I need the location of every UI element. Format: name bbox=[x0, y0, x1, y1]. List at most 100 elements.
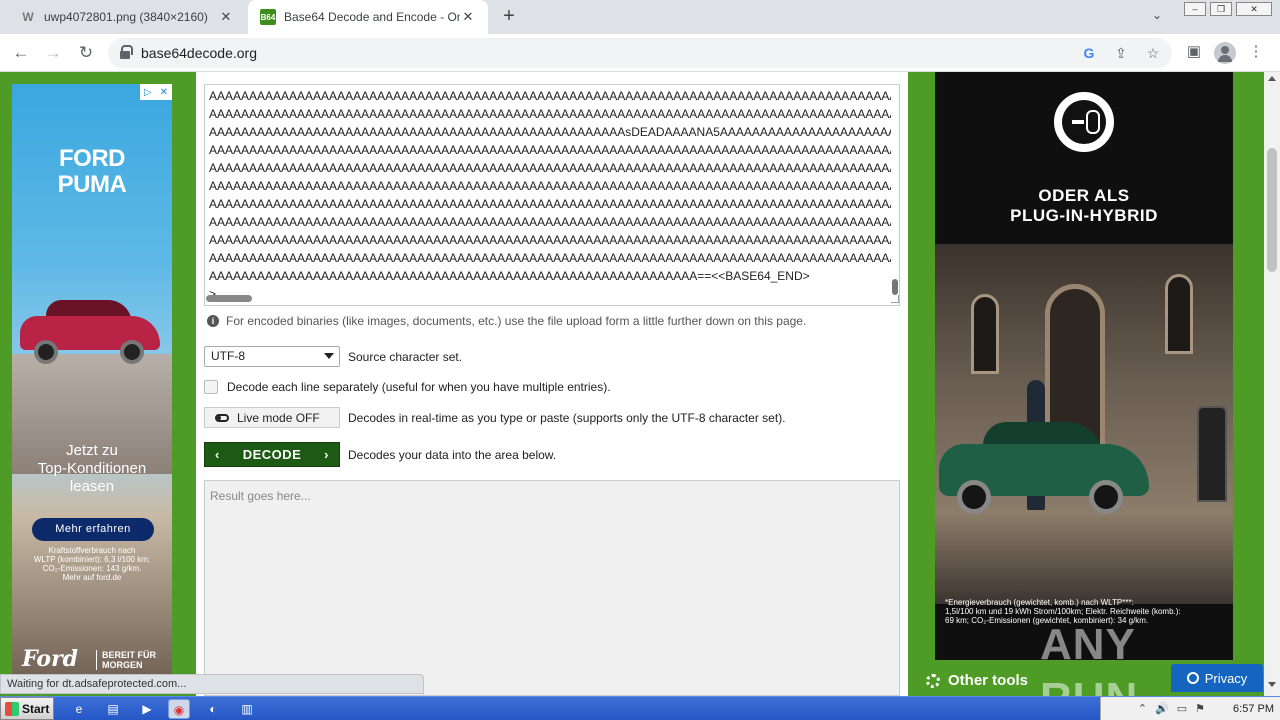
ford-logo: Ford bbox=[22, 646, 79, 672]
new-tab-button[interactable]: + bbox=[498, 6, 520, 28]
result-textarea[interactable]: Result goes here... bbox=[204, 480, 900, 696]
tray-icons[interactable]: ⌃🔊▭⚑ bbox=[1138, 702, 1213, 715]
media-player-icon[interactable]: ▶ bbox=[136, 699, 158, 719]
encoded-line: AAAAAAAAAAAAAAAAAAAAAAAAAAAAAAAAAAAAAAAA… bbox=[209, 233, 891, 247]
encoded-input-textarea[interactable]: AAAAAAAAAAAAAAAAAAAAAAAAAAAAAAAAAAAAAAAA… bbox=[204, 84, 900, 306]
close-tab-icon[interactable]: ✕ bbox=[460, 9, 476, 25]
mehr-erfahren-button[interactable]: Mehr erfahren bbox=[32, 518, 154, 541]
scroll-down-icon[interactable] bbox=[1268, 682, 1276, 687]
chrome-icon[interactable]: ◉ bbox=[168, 699, 190, 719]
tab-title: uwp4072801.png (3840×2160) bbox=[44, 10, 208, 24]
ford-tagline: BEREIT FÜR MORGEN bbox=[96, 650, 166, 670]
profile-avatar-icon[interactable] bbox=[1214, 42, 1236, 64]
status-bar: Waiting for dt.adsafeprotected.com... bbox=[0, 674, 424, 694]
encoded-line: > bbox=[209, 287, 217, 301]
menu-kebab-icon[interactable]: ⋮ bbox=[1246, 42, 1266, 62]
left-sidebar-background: ▷ ✕ FORD PUMA Jetzt zu Top-Konditionen le… bbox=[0, 72, 196, 696]
adchoices-icon[interactable]: ▷ ✕ bbox=[140, 84, 172, 100]
b64-favicon-icon: B64 bbox=[260, 9, 276, 25]
close-window-button[interactable]: ✕ bbox=[1236, 2, 1272, 16]
page-viewport: ▷ ✕ FORD PUMA Jetzt zu Top-Konditionen le… bbox=[0, 72, 1264, 696]
toggle-icon bbox=[215, 413, 229, 422]
ford-ad-banner[interactable]: ▷ ✕ FORD PUMA Jetzt zu Top-Konditionen le… bbox=[12, 84, 172, 684]
start-label: Start bbox=[22, 701, 50, 716]
encoded-line: AAAAAAAAAAAAAAAAAAAAAAAAAAAAAAAAAAAAAAAA… bbox=[209, 215, 891, 229]
edge-icon[interactable]: ◐ bbox=[202, 699, 224, 719]
main-content: AAAAAAAAAAAAAAAAAAAAAAAAAAAAAAAAAAAAAAAA… bbox=[196, 72, 908, 696]
gear-icon bbox=[926, 673, 940, 688]
ad-slogan: Jetzt zu Top-Konditionen leasen bbox=[37, 442, 147, 495]
forward-icon[interactable]: → bbox=[42, 42, 64, 64]
charset-select[interactable]: UTF-8 bbox=[204, 346, 340, 367]
page-scrollbar[interactable] bbox=[1264, 72, 1280, 696]
tab-image[interactable]: W uwp4072801.png (3840×2160) ✕ bbox=[8, 0, 246, 34]
alfa-romeo-ad-banner[interactable]: ODER ALS PLUG-IN-HYBRID *Energieverbrauc… bbox=[935, 72, 1233, 660]
lock-icon bbox=[120, 45, 133, 59]
result-placeholder: Result goes here... bbox=[210, 489, 311, 503]
ev-charger-image bbox=[1197, 406, 1227, 502]
decode-label: DECODE bbox=[242, 447, 302, 462]
privacy-button[interactable]: Privacy bbox=[1171, 664, 1263, 692]
start-button[interactable]: Start bbox=[0, 697, 54, 720]
back-icon[interactable]: ← bbox=[10, 42, 32, 64]
live-mode-description: Decodes in real-time as you type or past… bbox=[348, 411, 786, 425]
share-icon[interactable]: ⇪ bbox=[1112, 44, 1130, 62]
clock[interactable]: 6:57 PM bbox=[1233, 703, 1274, 715]
ad-fineprint: Kraftstoffverbrauch nach WLTP (kombinier… bbox=[33, 546, 151, 582]
restore-button[interactable]: ❐ bbox=[1210, 2, 1232, 16]
tab-base64[interactable]: B64 Base64 Decode and Encode - Online ✕ bbox=[248, 0, 488, 34]
side-panel-icon[interactable]: ▣ bbox=[1184, 42, 1204, 62]
google-lens-icon[interactable]: G bbox=[1080, 44, 1098, 62]
encoded-line: AAAAAAAAAAAAAAAAAAAAAAAAAAAAAAAAAAAAAAAA… bbox=[209, 89, 891, 103]
folder-icon[interactable]: ▤ bbox=[102, 699, 124, 719]
decode-each-line-label: Decode each line separately (useful for … bbox=[227, 380, 611, 394]
wallpaper-favicon-icon: W bbox=[20, 9, 36, 25]
encoded-line: AAAAAAAAAAAAAAAAAAAAAAAAAAAAAAAAAAAAAAAA… bbox=[209, 125, 891, 139]
encoded-line: AAAAAAAAAAAAAAAAAAAAAAAAAAAAAAAAAAAAAAAA… bbox=[209, 179, 891, 193]
live-mode-label: Live mode OFF bbox=[237, 410, 320, 425]
decode-button[interactable]: ‹ DECODE › bbox=[204, 442, 340, 467]
windows-taskbar: Start e ▤ ▶ ◉ ◐ ▥ ⌃🔊▭⚑ 6:57 PM bbox=[0, 696, 1280, 720]
live-mode-toggle[interactable]: Live mode OFF bbox=[204, 407, 340, 428]
scroll-up-icon[interactable] bbox=[1268, 76, 1276, 81]
binary-note: i For encoded binaries (like images, doc… bbox=[207, 314, 806, 328]
encoded-text: AAAAAAAAAAAAAAAAAAAAAAAAAAAAAAAAAAAAAAAA… bbox=[209, 87, 891, 303]
vertical-scrollbar[interactable] bbox=[892, 279, 898, 295]
url-text: base64decode.org bbox=[141, 45, 257, 61]
encoded-line: AAAAAAAAAAAAAAAAAAAAAAAAAAAAAAAAAAAAAAAA… bbox=[209, 251, 891, 265]
resize-handle[interactable] bbox=[891, 295, 899, 303]
privacy-gear-icon bbox=[1186, 672, 1199, 684]
system-tray: ⌃🔊▭⚑ 6:57 PM bbox=[1100, 697, 1280, 720]
alfa-romeo-logo bbox=[1054, 92, 1114, 152]
other-tools-label: Other tools bbox=[948, 672, 1029, 689]
encoded-line: AAAAAAAAAAAAAAAAAAAAAAAAAAAAAAAAAAAAAAAA… bbox=[209, 143, 891, 157]
minimize-button[interactable]: – bbox=[1184, 2, 1206, 16]
close-tab-icon[interactable]: ✕ bbox=[218, 9, 234, 25]
address-bar[interactable]: base64decode.org G ⇪ ☆ bbox=[108, 38, 1172, 68]
browser-toolbar: ← → ↻ base64decode.org G ⇪ ☆ bbox=[0, 34, 1280, 72]
decode-each-line-checkbox[interactable] bbox=[204, 380, 218, 394]
ie-icon[interactable]: e bbox=[68, 699, 90, 719]
ad-headline: FORD PUMA bbox=[57, 145, 127, 198]
notepad-icon[interactable]: ▥ bbox=[236, 699, 258, 719]
info-icon: i bbox=[207, 315, 219, 327]
red-car-image bbox=[20, 298, 160, 364]
tab-title: Base64 Decode and Encode - Online bbox=[284, 10, 460, 24]
ad-headline: ODER ALS PLUG-IN-HYBRID bbox=[1010, 186, 1158, 225]
tab-search-icon[interactable]: ⌄ bbox=[1152, 8, 1162, 22]
chevron-right-icon: › bbox=[324, 447, 329, 462]
encoded-line: AAAAAAAAAAAAAAAAAAAAAAAAAAAAAAAAAAAAAAAA… bbox=[209, 161, 891, 175]
charset-value: UTF-8 bbox=[211, 349, 245, 363]
encoded-line: AAAAAAAAAAAAAAAAAAAAAAAAAAAAAAAAAAAAAAAA… bbox=[209, 269, 810, 283]
bookmark-star-icon[interactable]: ☆ bbox=[1144, 44, 1162, 62]
tab-strip: W uwp4072801.png (3840×2160) ✕ B64 Base6… bbox=[0, 0, 1280, 34]
charset-label: Source character set. bbox=[348, 350, 463, 364]
reload-icon[interactable]: ↻ bbox=[75, 42, 97, 64]
decode-description: Decodes your data into the area below. bbox=[348, 448, 557, 462]
note-text: For encoded binaries (like images, docum… bbox=[226, 314, 807, 328]
horizontal-scrollbar[interactable] bbox=[206, 295, 252, 302]
other-tools-link[interactable]: Other tools bbox=[926, 672, 1028, 689]
privacy-label: Privacy bbox=[1204, 670, 1248, 686]
scroll-thumb[interactable] bbox=[1267, 148, 1277, 272]
encoded-line: AAAAAAAAAAAAAAAAAAAAAAAAAAAAAAAAAAAAAAAA… bbox=[209, 197, 891, 211]
